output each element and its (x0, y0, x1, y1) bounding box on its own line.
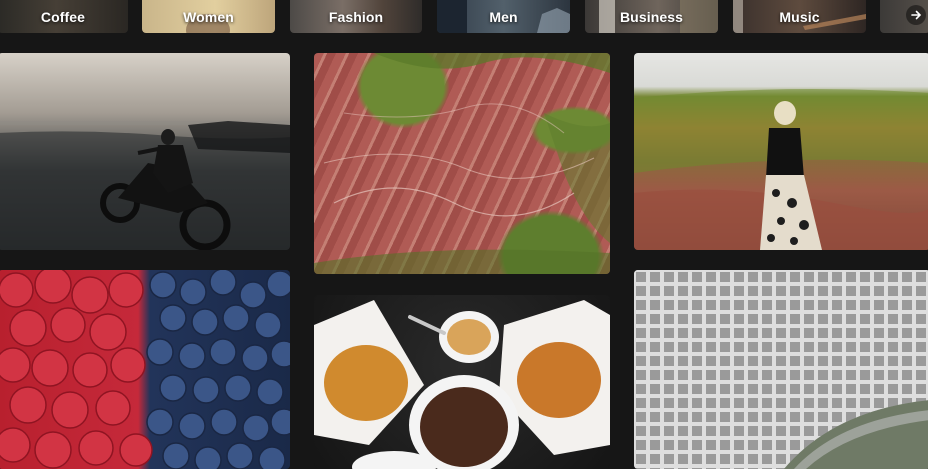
category-label: Fashion (328, 8, 384, 25)
photo-food-platters[interactable] (314, 295, 610, 469)
category-strip: Coffee Women Fashion Men Business Music (0, 0, 928, 33)
category-women[interactable]: Women (142, 0, 275, 33)
category-label: Men (489, 8, 518, 25)
category-fashion[interactable]: Fashion (290, 0, 422, 33)
category-label: Women (183, 8, 234, 25)
motorcycle-illustration (0, 121, 290, 250)
category-more[interactable] (880, 0, 928, 33)
chevron-right-icon[interactable] (906, 5, 926, 25)
photo-white-architecture[interactable] (634, 270, 928, 469)
architecture-illustration (634, 270, 928, 469)
category-men[interactable]: Men (437, 0, 570, 33)
aerial-illustration (314, 53, 610, 274)
category-label: Coffee (40, 8, 86, 25)
category-business[interactable]: Business (585, 0, 718, 33)
category-music[interactable]: Music (733, 0, 866, 33)
category-label: Music (779, 8, 820, 25)
photo-motorcycle-beach[interactable] (0, 53, 290, 250)
photo-aerial-red-land[interactable] (314, 53, 610, 274)
woman-illustration (634, 89, 928, 250)
photo-berries[interactable] (0, 270, 290, 469)
category-label: Business (619, 8, 684, 25)
food-illustration (314, 300, 610, 469)
berries-illustration (0, 270, 290, 469)
category-coffee[interactable]: Coffee (0, 0, 128, 33)
photo-woman-landscape[interactable] (634, 53, 928, 250)
